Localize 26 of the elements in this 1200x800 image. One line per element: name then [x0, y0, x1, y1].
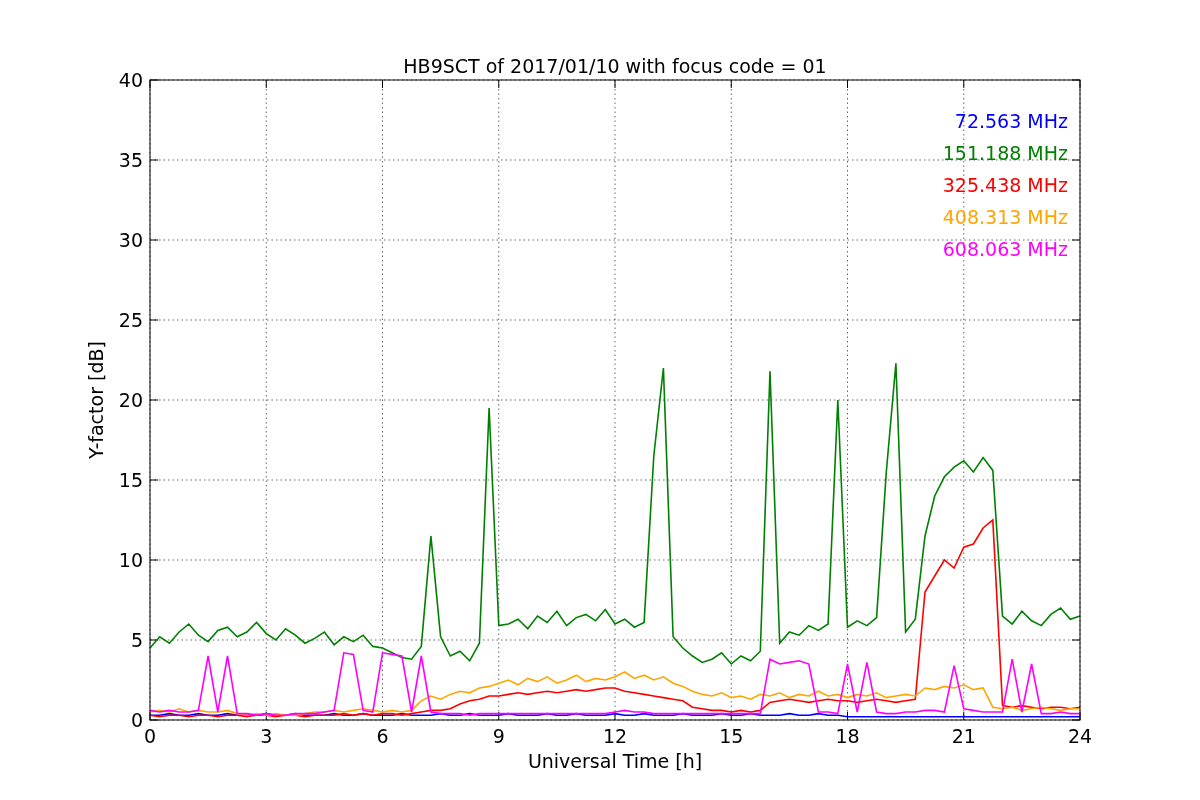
chart-title: HB9SCT of 2017/01/10 with focus code = 01: [403, 55, 827, 77]
legend-label: 408.313 MHz: [942, 206, 1068, 228]
y-tick-label: 35: [118, 149, 143, 171]
x-tick-label: 21: [951, 725, 976, 747]
x-tick-label: 18: [835, 725, 860, 747]
x-tick-label: 12: [602, 725, 628, 747]
y-tick-label: 10: [118, 549, 143, 571]
x-tick-label: 24: [1067, 725, 1093, 747]
y-axis-label: Y-factor [dB]: [85, 341, 107, 459]
y-tick-label: 30: [118, 229, 143, 251]
x-tick-label: 3: [260, 725, 273, 747]
x-tick-label: 6: [376, 725, 389, 747]
y-tick-label: 25: [118, 309, 143, 331]
y-tick-label: 15: [118, 469, 143, 491]
x-tick-label: 9: [492, 725, 505, 747]
legend-label: 72.563 MHz: [954, 110, 1068, 132]
legend-label: 325.438 MHz: [942, 174, 1068, 196]
y-tick-label: 5: [130, 629, 143, 651]
y-tick-label: 20: [118, 389, 143, 411]
legend-label: 151.188 MHz: [942, 142, 1068, 164]
x-tick-label: 0: [143, 725, 157, 747]
x-tick-label: 15: [719, 725, 744, 747]
y-tick-label: 40: [118, 69, 143, 91]
y-tick-label: 0: [130, 709, 143, 731]
legend-label: 608.063 MHz: [942, 238, 1068, 260]
x-axis-label: Universal Time [h]: [527, 750, 703, 772]
